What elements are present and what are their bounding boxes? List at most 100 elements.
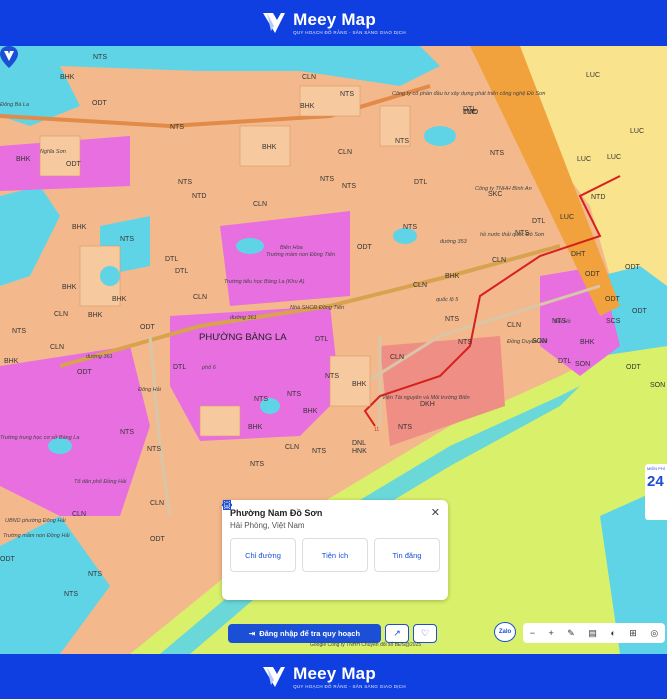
road-label: đường 361	[230, 315, 257, 321]
login-icon: ⇥	[248, 629, 256, 638]
map-label: TMD	[463, 109, 479, 116]
map-label: DTL	[414, 179, 428, 186]
map-label: ODT	[77, 369, 92, 376]
map-label: DTL	[532, 218, 546, 225]
map-label: BHK	[4, 358, 19, 365]
map-attribution: Google Công ty TNHH Chuyển đổi số BĐS@20…	[310, 642, 422, 648]
place-label: Trường mầm non Đồng Hải	[3, 533, 70, 539]
footer-brand: Meey Map QUY HOẠCH ĐỒ RẢNG - SÂN SÀNG GI…	[261, 664, 406, 690]
map-label: NTS	[250, 461, 264, 468]
place-label: Đông Hải	[138, 387, 161, 393]
brand-logo[interactable]: Meey Map QUY HOẠCH ĐỒ RẢNG - SÂN SÀNG GI…	[261, 10, 406, 36]
map-label: NTS	[147, 446, 161, 453]
map-label: LUC	[577, 156, 592, 163]
favorite-button[interactable]: ♡	[413, 624, 437, 643]
map-label: CLN	[302, 74, 317, 81]
map-label: NTS	[178, 179, 192, 186]
meey-logo-icon	[263, 666, 286, 687]
map-label: CLN	[193, 294, 208, 301]
utility-button[interactable]: Tiện ích	[222, 500, 368, 572]
place-label: Viện Tài nguyên và Môi trường Biển	[382, 395, 470, 401]
map-label: CLN	[507, 322, 522, 329]
popup-title: Phường Nam Đồ Sơn	[230, 508, 323, 518]
map-label: BHK	[62, 284, 77, 291]
map-label: NTS	[93, 54, 107, 61]
map-label: BHK	[580, 339, 595, 346]
heart-icon: ♡	[420, 628, 430, 638]
map-label: DKH	[420, 401, 435, 408]
map-label: BHK	[300, 103, 315, 110]
map-label: ODT	[66, 161, 81, 168]
map-label: ODT	[92, 100, 107, 107]
close-icon[interactable]: ✕	[431, 506, 440, 519]
place-label: Trường trung học cơ sở Bàng La	[0, 435, 80, 441]
zoom-in-button[interactable]: +	[549, 628, 554, 638]
layers-icon[interactable]: ▤	[588, 628, 597, 639]
map-toolbar: − + ✎ ▤ ◐ ⊞ ◎	[523, 623, 665, 643]
measure-icon[interactable]: ⊞	[629, 628, 637, 639]
map-label: CLN	[492, 257, 507, 264]
map-label: NTS	[458, 339, 472, 346]
map-label: NTS	[340, 91, 354, 98]
place-label: UBND phường Đông Hải	[5, 518, 66, 524]
place-label: Nhà SHCĐ Đồng Tiến	[290, 305, 345, 311]
map-label: NTS	[403, 224, 417, 231]
location-pin-icon[interactable]	[0, 46, 18, 68]
map-label: BHK	[248, 424, 263, 431]
map-label: ODT	[585, 271, 600, 278]
compare-icon[interactable]: ◐	[610, 628, 615, 638]
locate-icon[interactable]: ◎	[650, 628, 658, 639]
map-label: ODT	[626, 364, 641, 371]
map-label: CLN	[285, 444, 300, 451]
share-icon: ↗	[393, 628, 401, 638]
listing-button[interactable]: Tin đăng	[223, 500, 440, 572]
map-label: CLN	[72, 511, 87, 518]
map-label: NTS	[320, 176, 334, 183]
map-label: NTD	[591, 194, 606, 201]
road-label: hồ nước thải quốc Đồ Sơn	[480, 232, 545, 238]
map-label: NTS	[445, 316, 459, 323]
map-label: CLN	[54, 311, 69, 318]
map-label: ODT	[150, 536, 165, 543]
side-card-label: MIỄN PHÍ	[647, 466, 665, 471]
place-label: phố 6	[202, 365, 216, 371]
login-button[interactable]: ⇥ Đăng nhập để tra quy hoạch	[228, 624, 381, 643]
map-label: LUC	[586, 72, 601, 79]
map-label: DNL	[352, 440, 367, 447]
map-label: ODT	[605, 296, 620, 303]
map-label: NTS	[490, 150, 504, 157]
map-label: NTS	[88, 571, 102, 578]
directions-label: Chỉ đường	[245, 550, 281, 560]
footer-tagline: QUY HOẠCH ĐỒ RẢNG - SÂN SÀNG GIAO DỊCH	[293, 683, 406, 689]
top-bar: Meey Map QUY HOẠCH ĐỒ RẢNG - SÂN SÀNG GI…	[0, 0, 667, 46]
listing-label: Tin đăng	[392, 550, 422, 560]
directions-button[interactable]: Chỉ đường	[222, 500, 296, 572]
brand-name: Meey Map	[293, 10, 376, 29]
map-label: NTS	[254, 396, 268, 403]
map-label: DTL	[315, 336, 329, 343]
planning-map[interactable]: NTS BHK ODT CLN NTS BHK DTL NTS LUC LUC …	[0, 46, 667, 654]
map-label: BHK	[445, 273, 460, 280]
draw-icon[interactable]: ✎	[567, 628, 575, 639]
share-button[interactable]: ↗	[385, 624, 409, 643]
map-label: BHK	[262, 144, 277, 151]
map-label: BHK	[16, 156, 31, 163]
map-label: SCS	[606, 318, 621, 325]
place-label: Tổ dân phố Đồng Hải	[74, 479, 127, 485]
side-promo-card[interactable]: MIỄN PHÍ 24	[645, 464, 667, 520]
map-label: BHK	[303, 408, 318, 415]
map-label: CLN	[150, 500, 165, 507]
map-label: DHT	[571, 251, 586, 258]
zalo-button[interactable]: Zalo	[494, 622, 516, 642]
district-label: PHƯỜNG BÀNG LA	[199, 332, 287, 343]
map-label: BHK	[72, 224, 87, 231]
map-label: NTS	[287, 391, 301, 398]
place-label: Trường mầm non Đồng Tiến	[266, 252, 336, 258]
map-label: NTS	[398, 424, 412, 431]
popup-subtitle: Hải Phòng, Việt Nam	[230, 521, 305, 530]
zoom-out-button[interactable]: −	[530, 628, 535, 638]
place-label: Nghĩa Sơn	[40, 149, 66, 155]
map-label: HNK	[352, 448, 367, 455]
map-label: LUC	[630, 128, 645, 135]
map-label: BHK	[112, 296, 127, 303]
